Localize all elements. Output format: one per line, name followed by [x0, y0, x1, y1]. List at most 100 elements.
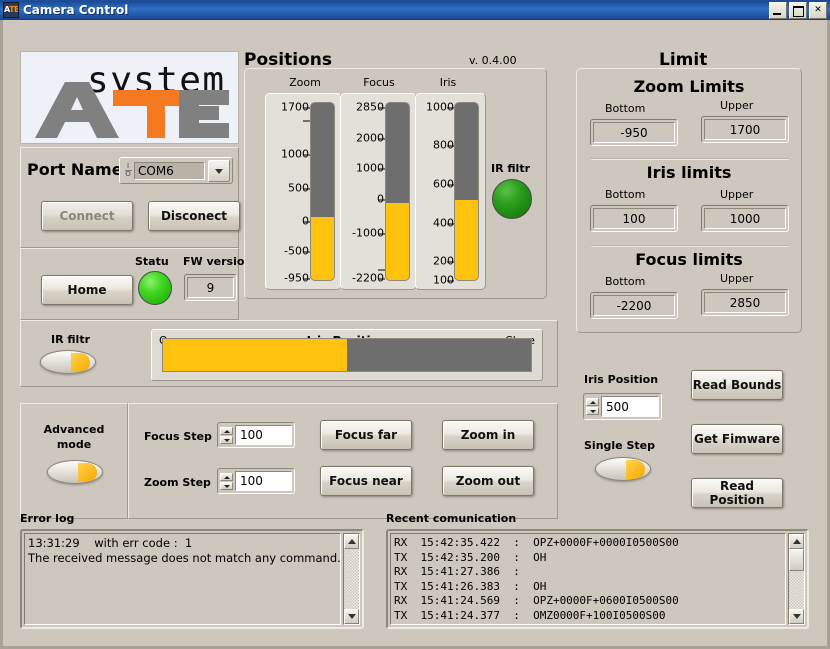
iris-gauge-fill: [455, 200, 478, 280]
zoom-step-stepper[interactable]: [220, 471, 233, 491]
iris-limit-upper-label: Upper: [720, 188, 754, 201]
iris-position-input[interactable]: 500: [583, 393, 662, 420]
zoom-limits-title: Zoom Limits: [633, 77, 745, 96]
advanced-mode-panel: Advanced mode: [20, 403, 128, 519]
scroll-down-icon[interactable]: [344, 609, 359, 624]
fw-version-value-box: 9: [184, 274, 237, 301]
focus-step-stepper[interactable]: [220, 425, 233, 445]
scroll-down-icon[interactable]: [789, 609, 804, 624]
ir-filter-status-label: IR filtr: [491, 162, 530, 175]
focus-limit-bottom-label: Bottom: [605, 275, 646, 288]
focus-gauge-track: [385, 102, 410, 281]
window-client-area: system Port Name IO COM6 Connect Discone…: [0, 20, 830, 649]
error-log-scrollbar[interactable]: [343, 533, 360, 625]
iris-limits-title: Iris limits: [646, 163, 732, 182]
focus-limit-upper-value: 2850: [704, 292, 786, 313]
zoom-step-value[interactable]: 100: [235, 471, 292, 491]
stepper-down-icon: [586, 407, 599, 415]
iris-position-slider[interactable]: Open Iris Position Close: [151, 329, 543, 381]
scroll-track[interactable]: [789, 571, 804, 609]
recent-communication-scrollbar[interactable]: [788, 533, 805, 625]
zoom-limit-upper-value: 1700: [704, 119, 786, 140]
chevron-down-icon[interactable]: [208, 159, 230, 182]
focus-step-label: Focus Step: [144, 430, 212, 443]
zoom-in-button[interactable]: Zoom in: [442, 420, 534, 450]
scroll-up-icon[interactable]: [344, 534, 359, 549]
focus-limit-upper-box[interactable]: 2850: [701, 289, 789, 316]
focus-step-value[interactable]: 100: [235, 425, 292, 445]
disconnect-button[interactable]: Disconect: [148, 201, 240, 231]
zoom-gauge-fill: [311, 216, 334, 280]
stepper-up-icon: [586, 398, 599, 406]
iris-position-value[interactable]: 500: [601, 396, 659, 417]
status-led: [138, 271, 172, 305]
scroll-thumb[interactable]: [789, 549, 804, 571]
port-name-select[interactable]: IO COM6: [119, 157, 233, 184]
port-name-value[interactable]: COM6: [134, 161, 205, 180]
focus-far-button[interactable]: Focus far: [320, 420, 412, 450]
positions-title: Positions: [244, 50, 332, 70]
zoom-out-button[interactable]: Zoom out: [442, 466, 534, 496]
limit-title: Limit: [659, 50, 708, 70]
window-title: Camera Control: [23, 3, 129, 17]
advanced-mode-label-1: Advanced: [43, 423, 105, 436]
iris-gauge: 1000 800 600 400 200 100: [415, 93, 486, 290]
stepper-down-icon: [220, 481, 233, 490]
iris-limit-bottom-box[interactable]: 100: [590, 205, 678, 232]
focus-limit-bottom-box[interactable]: -2200: [590, 292, 678, 319]
fw-version-value: 9: [187, 277, 234, 298]
iris-limit-bottom-value: 100: [593, 208, 675, 229]
scroll-up-icon[interactable]: [789, 534, 804, 549]
focus-limit-bottom-value: -2200: [593, 295, 675, 316]
recent-communication-box[interactable]: RX 15:42:35.422 : OPZ+0000F+0000I0500S00…: [386, 529, 809, 629]
single-step-toggle[interactable]: [595, 457, 651, 481]
focus-gauge-label: Focus: [363, 76, 395, 89]
iris-position-stepper[interactable]: [586, 396, 599, 417]
toggle-knob: [78, 463, 97, 482]
advanced-mode-label-2: mode: [56, 438, 92, 451]
zoom-limit-bottom-box[interactable]: -950: [590, 119, 678, 146]
zoom-limit-upper-box[interactable]: 1700: [701, 116, 789, 143]
focus-step-input[interactable]: 100: [217, 422, 295, 448]
toggle-knob: [626, 460, 645, 479]
minimize-button[interactable]: [769, 2, 787, 19]
iris-limit-upper-box[interactable]: 1000: [701, 205, 789, 232]
focus-gauge: 2850 2000 1000 0 -1000 -2200: [340, 93, 417, 290]
limits-panel: Zoom Limits Bottom -950 Upper 1700 Iris …: [576, 68, 802, 333]
status-panel: Home Statu FW version 9: [20, 248, 252, 320]
ir-filter-toggle-label: IR filtr: [51, 333, 90, 346]
focus-limit-upper-label: Upper: [720, 272, 754, 285]
connect-button[interactable]: Connect: [41, 201, 133, 231]
positions-panel: Zoom 1700 1000 500 0 -500 -950 Focus 285…: [244, 68, 547, 299]
close-button[interactable]: ✕: [809, 2, 827, 19]
toggle-knob: [71, 353, 90, 372]
application-window: ATE Camera Control ✕ system Port Name I …: [0, 0, 830, 649]
logo-graphic: system: [35, 60, 229, 138]
zoom-gauge-label: Zoom: [289, 76, 321, 89]
zoom-limit-bottom-value: -950: [593, 122, 675, 143]
advanced-mode-toggle[interactable]: [47, 460, 103, 484]
home-button[interactable]: Home: [41, 275, 133, 305]
ir-filter-led: [492, 179, 532, 219]
error-log-box[interactable]: 13:31:29 with err code : 1 The received …: [20, 529, 364, 629]
zoom-step-input[interactable]: 100: [217, 468, 295, 494]
get-firmware-button[interactable]: Get Fimware: [691, 424, 783, 454]
iris-position-label: Iris Position: [584, 373, 659, 386]
focus-gauge-fill: [386, 202, 409, 280]
iris-gauge-label: Iris: [439, 76, 457, 89]
zoom-gauge: 1700 1000 500 0 -500 -950: [265, 93, 342, 290]
iris-gauge-track: [454, 102, 479, 281]
iris-slider-panel: IR filtr Open Iris Position Close: [20, 320, 558, 387]
recent-communication-text: RX 15:42:35.422 : OPZ+0000F+0000I0500S00…: [390, 533, 786, 625]
ir-filter-toggle[interactable]: [40, 350, 96, 374]
maximize-button[interactable]: [789, 2, 807, 19]
read-position-button[interactable]: Read Position: [691, 478, 783, 508]
stepper-down-icon: [220, 435, 233, 444]
focus-near-button[interactable]: Focus near: [320, 466, 412, 496]
read-bounds-button[interactable]: Read Bounds: [691, 370, 783, 400]
error-log-title: Error log: [20, 512, 75, 525]
slider-track[interactable]: [162, 338, 532, 372]
scroll-track[interactable]: [344, 549, 359, 609]
io-icon: IO: [124, 162, 132, 178]
slider-fill: [163, 339, 347, 371]
